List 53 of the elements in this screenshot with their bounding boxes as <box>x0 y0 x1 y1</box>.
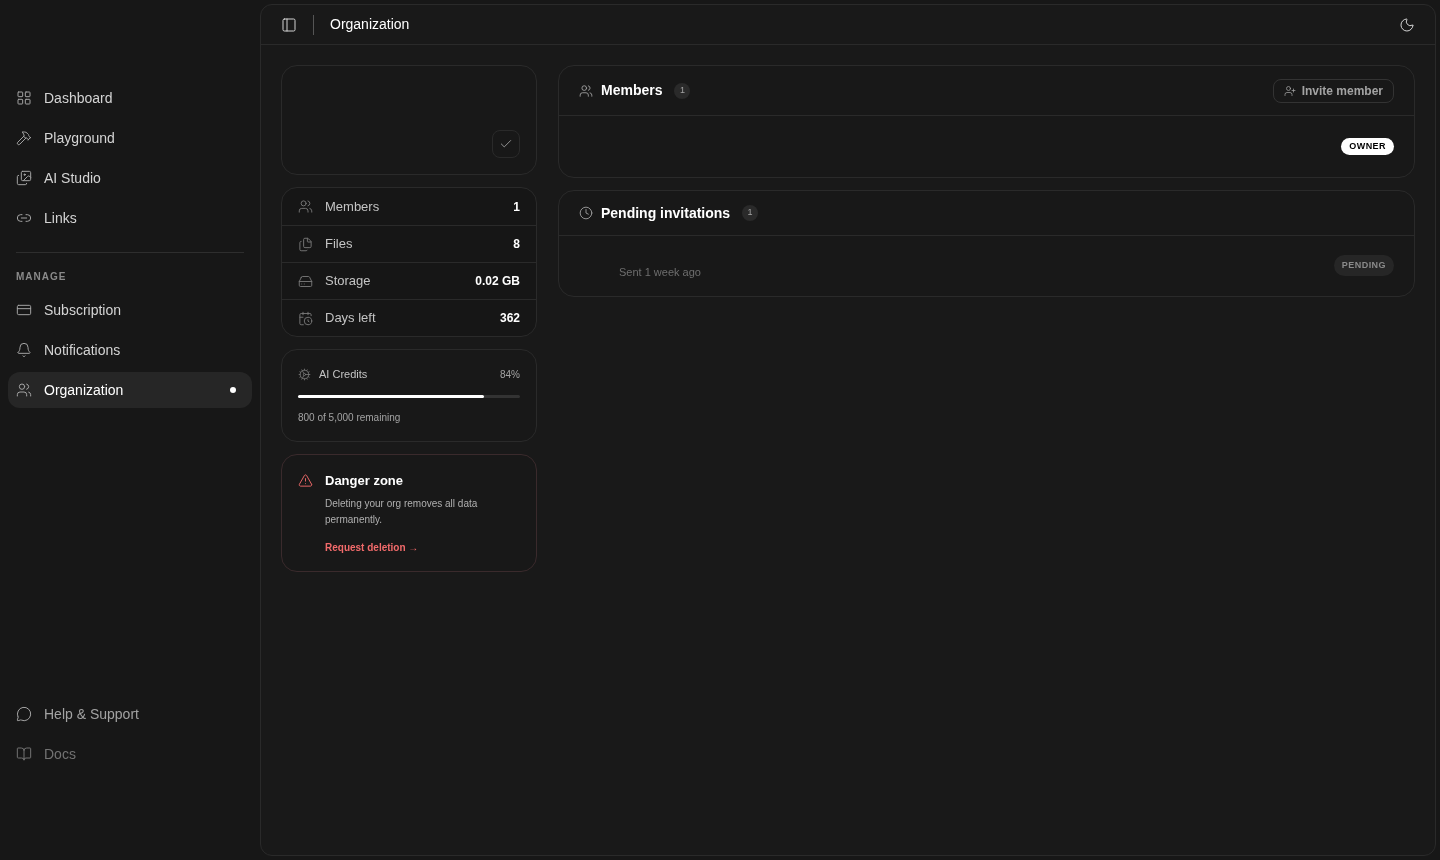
users-icon <box>579 83 593 98</box>
credits-percent: 84% <box>500 367 520 382</box>
count-badge: 1 <box>674 82 691 99</box>
sidebar-toggle-icon[interactable] <box>281 16 297 33</box>
credit-card-icon <box>16 302 32 318</box>
sidebar-item[interactable]: Playground <box>8 120 252 156</box>
section-title: MANAGE <box>15 270 68 284</box>
credits-remaining: 800 of 5,000 remaining <box>298 410 402 425</box>
stat-label: Storage <box>325 272 372 291</box>
sidebar-item[interactable]: Links <box>8 200 252 236</box>
stat-value: 8 <box>513 236 520 253</box>
sidebar-item[interactable]: Dashboard <box>8 80 252 116</box>
sidebar-item[interactable]: Organization <box>8 372 252 408</box>
users-icon <box>298 199 313 214</box>
stat-value: 362 <box>499 310 520 327</box>
page-title: Organization <box>330 15 410 34</box>
status-badge: PENDING <box>1333 254 1394 276</box>
members-title: Members <box>601 81 663 100</box>
sidebar-item[interactable]: Notifications <box>8 332 252 368</box>
request-deletion-link[interactable]: Request deletion → <box>325 540 495 555</box>
files-icon <box>298 236 313 252</box>
credits-label: AI Credits <box>319 367 369 382</box>
stat-label: Files <box>325 235 354 254</box>
stat-label: Members <box>325 197 381 216</box>
user-plus-icon <box>1283 84 1296 97</box>
moon-icon[interactable] <box>1399 16 1415 33</box>
sidebar-item[interactable]: AI Studio <box>8 160 252 196</box>
warning-icon <box>298 472 313 488</box>
stat-value: 1 <box>513 198 520 216</box>
grid-icon <box>16 90 32 106</box>
chat-bubble-icon <box>16 706 32 722</box>
calendar-icon <box>298 310 313 326</box>
images-icon <box>16 170 32 186</box>
invitations-title: Pending invitations <box>601 203 731 223</box>
book-icon <box>16 746 32 762</box>
hammer-icon <box>16 130 32 146</box>
drive-icon <box>298 273 313 289</box>
stat-label: Days left <box>325 309 377 328</box>
role-badge: OWNER <box>1341 137 1394 156</box>
sidebar-item[interactable]: Docs <box>8 736 252 772</box>
danger-title: Danger zone <box>325 471 404 490</box>
sidebar-item[interactable]: Subscription <box>8 292 252 328</box>
users-icon <box>16 382 32 398</box>
count-badge: 1 <box>742 205 759 221</box>
sidebar-item[interactable]: Help & Support <box>8 696 252 732</box>
gear-icon <box>298 367 311 381</box>
invite-sent-time: Sent 1 week ago <box>619 264 701 280</box>
invite-member-button[interactable]: Invite member <box>1272 78 1394 103</box>
stat-value: 0.02 GB <box>475 273 520 290</box>
danger-text: Deleting your org removes all data permanently. <box>325 497 479 527</box>
clock-icon <box>579 206 593 220</box>
check-icon <box>499 137 513 151</box>
bell-icon <box>16 342 32 358</box>
